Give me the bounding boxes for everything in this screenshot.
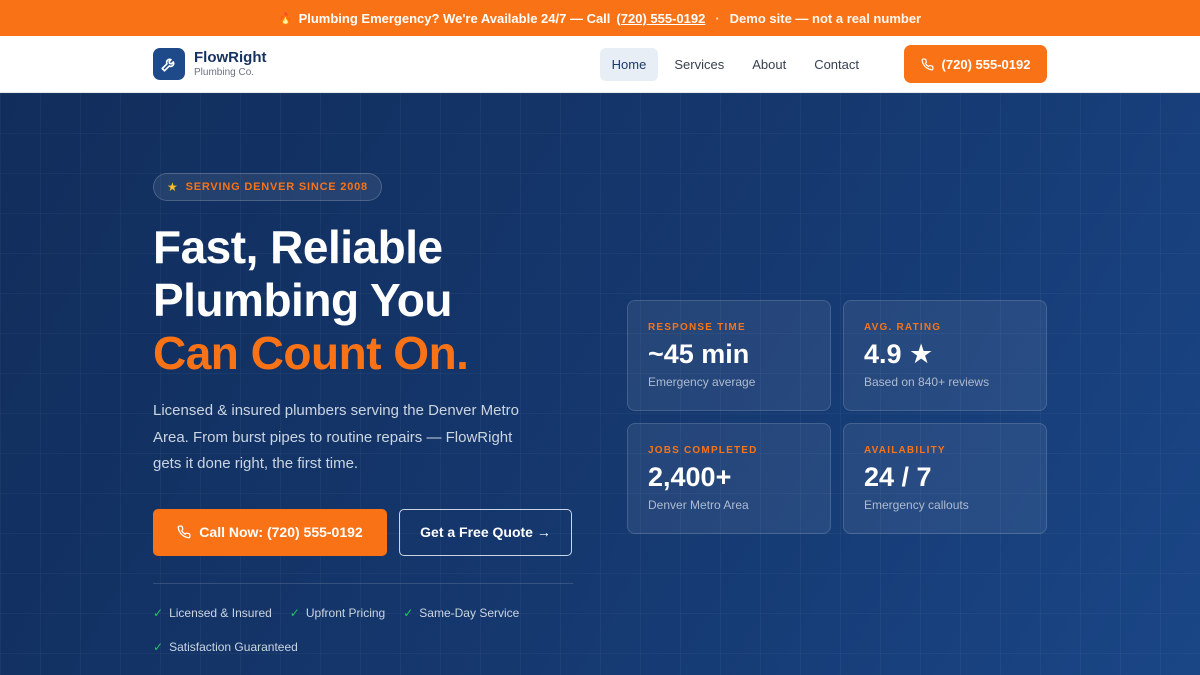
- stat-card-jobs-completed: JOBS COMPLETED 2,400+ Denver Metro Area: [627, 423, 831, 534]
- check-icon: ✓: [153, 605, 164, 620]
- stat-card-response-time: RESPONSE TIME ~45 min Emergency average: [627, 300, 831, 411]
- hero-cta-row: Call Now: (720) 555-0192 Get a Free Quot…: [153, 508, 583, 556]
- stat-card-availability: AVAILABILITY 24 / 7 Emergency callouts: [843, 423, 1047, 534]
- check-label: Licensed & Insured: [169, 605, 272, 620]
- emergency-alert-bar: 🔥 Plumbing Emergency? We're Available 24…: [0, 0, 1200, 36]
- stat-value: 4.9 ★: [864, 339, 934, 369]
- stat-value: 2,400+: [648, 462, 732, 492]
- hero-lead-text: Licensed & insured plumbers serving the …: [153, 402, 520, 472]
- call-now-label: Call Now: (720) 555-0192: [199, 524, 363, 540]
- stat-card-rating: AVG. RATING 4.9 ★ Based on 840+ reviews: [843, 300, 1047, 411]
- stat-subtext: Denver Metro Area: [648, 498, 749, 512]
- navbar: FlowRight Plumbing Co. Home Services Abo…: [0, 36, 1200, 93]
- headline-line-2: Plumbing You: [153, 274, 452, 326]
- stats-grid: RESPONSE TIME ~45 min Emergency average …: [627, 300, 1047, 534]
- headline-line-1: Fast, Reliable: [153, 221, 443, 273]
- check-item: ✓ Same-Day Service: [403, 606, 519, 620]
- phone-icon: [177, 525, 191, 539]
- nav-call-button[interactable]: (720) 555-0192: [904, 45, 1047, 83]
- nav-link-about[interactable]: About: [740, 48, 798, 81]
- trust-checklist: ✓ Licensed & Insured ✓ Upfront Pricing ✓…: [153, 606, 573, 654]
- nav-call-label: (720) 555-0192: [941, 56, 1031, 72]
- star-icon: ★: [167, 180, 179, 194]
- stat-label: AVG. RATING: [864, 322, 942, 333]
- brand-subtitle: Plumbing Co.: [194, 67, 255, 78]
- stat-subtext: Based on 840+ reviews: [864, 375, 990, 389]
- check-icon: ✓: [403, 605, 414, 620]
- nav-link-contact[interactable]: Contact: [802, 48, 871, 81]
- check-label: Upfront Pricing: [305, 605, 386, 620]
- nav-link-services[interactable]: Services: [662, 48, 736, 81]
- call-now-button[interactable]: Call Now: (720) 555-0192: [153, 508, 387, 556]
- wrench-icon: [153, 48, 185, 80]
- stat-label: AVAILABILITY: [864, 445, 946, 456]
- stat-label: RESPONSE TIME: [648, 322, 746, 333]
- check-item: ✓ Satisfaction Guaranteed: [153, 640, 298, 654]
- alert-demo-note: Demo site — not a real number: [729, 10, 922, 26]
- nav-links: Home Services About Contact (720) 555-01…: [596, 45, 1047, 83]
- phone-icon: [921, 57, 934, 70]
- check-item: ✓ Upfront Pricing: [290, 606, 385, 620]
- stat-value: 24 / 7: [864, 462, 932, 492]
- fire-icon: 🔥: [278, 12, 293, 25]
- hero-content: ★ SERVING DENVER SINCE 2008 Fast, Reliab…: [153, 173, 583, 654]
- hero-divider: [153, 582, 573, 584]
- badge-text: SERVING DENVER SINCE 2008: [185, 181, 368, 193]
- stat-subtext: Emergency callouts: [864, 498, 969, 512]
- stat-label: JOBS COMPLETED: [648, 445, 758, 456]
- check-item: ✓ Licensed & Insured: [153, 606, 272, 620]
- nav-link-home[interactable]: Home: [599, 47, 659, 81]
- free-quote-button[interactable]: Get a Free Quote →: [399, 508, 572, 556]
- since-badge: ★ SERVING DENVER SINCE 2008: [153, 173, 382, 201]
- stat-value: ~45 min: [648, 339, 750, 369]
- hero-section: ★ SERVING DENVER SINCE 2008 Fast, Reliab…: [0, 93, 1200, 675]
- check-icon: ✓: [153, 639, 164, 654]
- brand-logo-link[interactable]: FlowRight Plumbing Co.: [153, 48, 266, 80]
- check-label: Satisfaction Guaranteed: [169, 639, 298, 654]
- check-icon: ✓: [289, 605, 300, 620]
- headline-accent: Can Count On.: [153, 327, 469, 379]
- alert-phone-link[interactable]: (720) 555-0192: [616, 11, 705, 26]
- alert-separator: ·: [715, 10, 720, 26]
- hero-headline: Fast, Reliable Plumbing You Can Count On…: [153, 221, 583, 380]
- alert-text: Plumbing Emergency? We're Available 24/7…: [298, 10, 611, 26]
- stat-subtext: Emergency average: [648, 375, 756, 389]
- check-label: Same-Day Service: [419, 605, 520, 620]
- brand-name: FlowRight: [194, 49, 267, 66]
